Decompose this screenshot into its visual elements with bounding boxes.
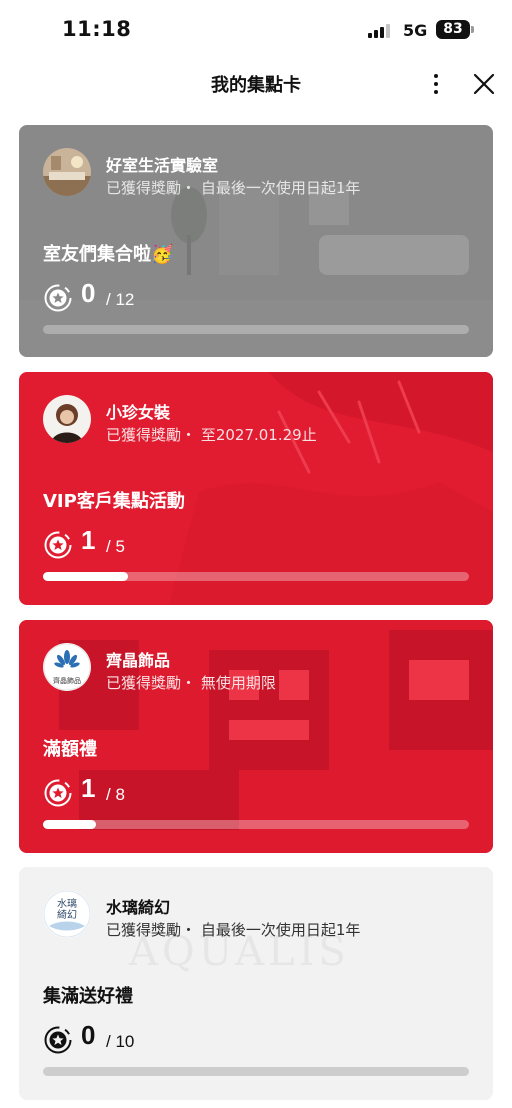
stamps-collected: 0 xyxy=(81,1020,96,1050)
reward-info: 已獲得獎勵・ 無使用期限 xyxy=(106,674,276,692)
stamp-card[interactable]: 小珍女裝 已獲得獎勵・ 至2027.01.29止 VIP客戶集點活動 1 / 5 xyxy=(19,372,493,605)
store-logo-text: 水璃綺幻 xyxy=(57,899,77,921)
progress-track xyxy=(43,1067,469,1076)
battery-tip xyxy=(471,26,474,33)
stamps-total: / 8 xyxy=(106,785,125,804)
campaign-title: 滿額禮 xyxy=(43,739,97,760)
store-logo: 齊晶飾品 xyxy=(43,643,91,691)
reward-info: 已獲得獎勵・ 至2027.01.29止 xyxy=(106,426,317,444)
campaign-title: VIP客戶集點活動 xyxy=(43,491,185,512)
battery-icon: 83 xyxy=(436,20,470,39)
progress-fill xyxy=(43,572,129,581)
store-logo: 水璃綺幻 xyxy=(43,890,91,938)
more-vertical-icon[interactable] xyxy=(422,66,450,102)
stamp-card[interactable]: AQUALIS 水璃綺幻 水璃綺幻 已獲得獎勵・ 自最後一次使用日起1年 集滿送… xyxy=(19,867,493,1100)
progress-track xyxy=(43,325,469,334)
progress-track xyxy=(43,820,469,829)
reward-info: 已獲得獎勵・ 自最後一次使用日起1年 xyxy=(106,179,361,197)
stamp-card[interactable]: 齊晶飾品 齊晶飾品 已獲得獎勵・ 無使用期限 滿額禮 1 / 8 xyxy=(19,620,493,853)
stamp-star-icon xyxy=(43,778,73,808)
store-logo-text: 齊晶飾品 xyxy=(53,677,81,685)
close-icon[interactable] xyxy=(470,70,498,98)
network-type: 5G xyxy=(403,21,428,40)
header: 我的集點卡 xyxy=(0,62,512,108)
status-time: 11:18 xyxy=(62,17,132,41)
store-avatar xyxy=(43,148,91,196)
store-avatar xyxy=(43,395,91,443)
reward-info: 已獲得獎勵・ 自最後一次使用日起1年 xyxy=(106,921,361,939)
stamp-star-icon xyxy=(43,530,73,560)
stamps-total: / 5 xyxy=(106,537,125,556)
stamps-collected: 0 xyxy=(81,278,96,308)
stamp-card[interactable]: 好室生活實驗室 已獲得獎勵・ 自最後一次使用日起1年 室友們集合啦🥳 0 / 1… xyxy=(19,125,493,357)
campaign-title: 室友們集合啦🥳 xyxy=(43,244,174,265)
stamp-star-icon xyxy=(43,283,73,313)
progress-fill xyxy=(43,820,97,829)
stamps-collected: 1 xyxy=(81,525,96,555)
store-name: 小珍女裝 xyxy=(106,403,171,422)
stamps-total: / 12 xyxy=(106,290,135,309)
stamps-total: / 10 xyxy=(106,1032,135,1051)
store-name: 好室生活實驗室 xyxy=(106,156,219,175)
signal-strength-icon xyxy=(368,24,394,38)
campaign-title: 集滿送好禮 xyxy=(43,986,133,1007)
store-name: 水璃綺幻 xyxy=(106,898,171,917)
status-bar: 11:18 5G 83 xyxy=(0,0,512,62)
progress-track xyxy=(43,572,469,581)
stamps-collected: 1 xyxy=(81,773,96,803)
store-name: 齊晶飾品 xyxy=(106,651,171,670)
stamp-star-icon xyxy=(43,1025,73,1055)
